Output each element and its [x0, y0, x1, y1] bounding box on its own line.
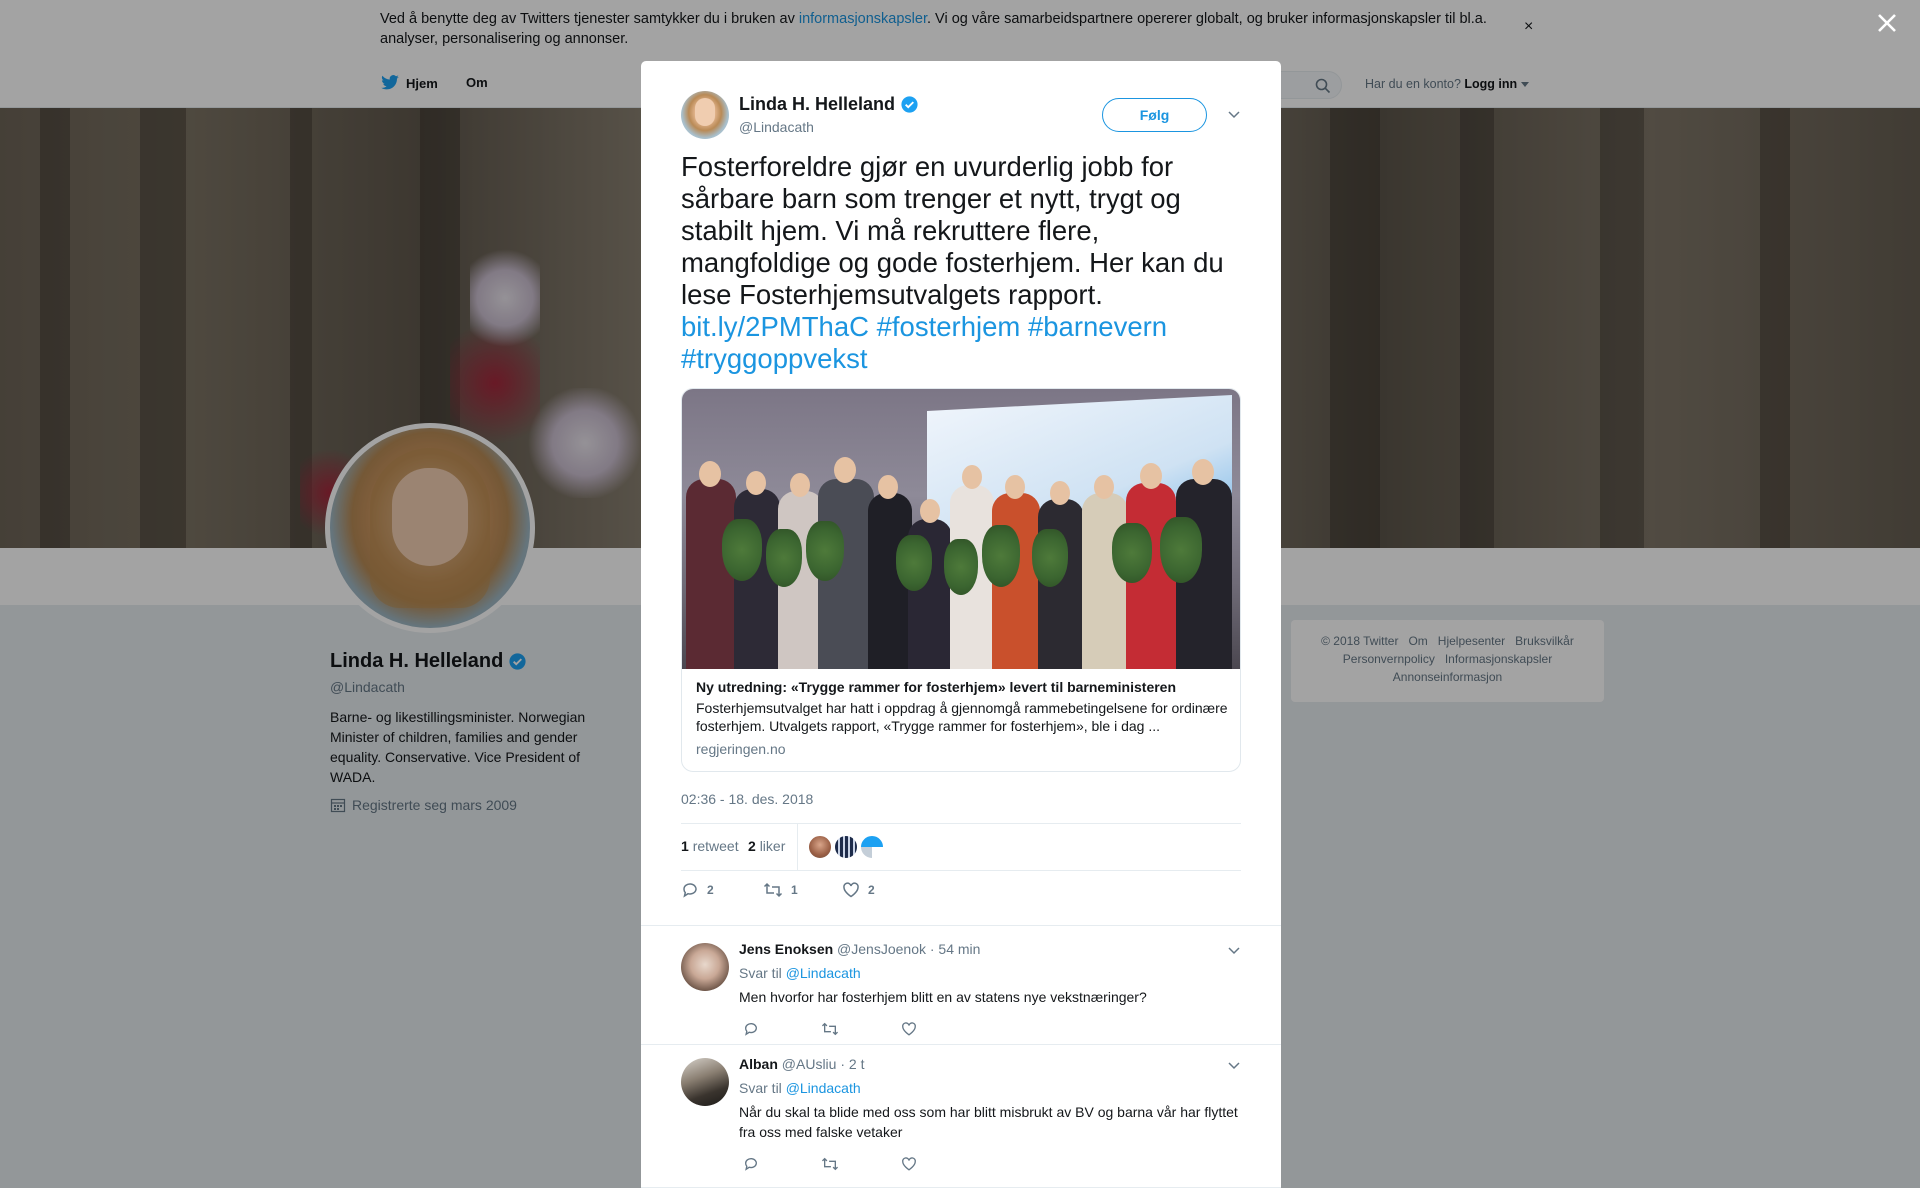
close-icon[interactable]: [1873, 9, 1901, 37]
card-domain: regjeringen.no: [696, 741, 786, 757]
tweet-author-handle[interactable]: @Lindacath: [739, 119, 814, 135]
liker-avatar[interactable]: [834, 835, 858, 859]
tweet-stats: 1 retweet 2 liker: [681, 823, 1241, 871]
card-image: [682, 389, 1240, 669]
reply-author-name[interactable]: Jens Enoksen: [739, 941, 833, 957]
chevron-down-icon[interactable]: [1227, 1058, 1241, 1072]
tweet-author-name-text: Linda H. Helleland: [739, 94, 896, 114]
tweet-author-name[interactable]: Linda H. Helleland: [739, 94, 918, 115]
tweet-link[interactable]: bit.ly/2PMThaC: [681, 311, 869, 342]
chevron-down-icon[interactable]: [1227, 943, 1241, 957]
chevron-down-icon[interactable]: [1227, 107, 1241, 121]
likes-label: liker: [759, 838, 786, 854]
liker-avatar[interactable]: [808, 835, 832, 859]
reply-author-handle[interactable]: @JensJoenok: [837, 941, 926, 957]
verified-badge-icon: [901, 96, 918, 113]
reply-header: Alban @AUsliu · 2 t: [739, 1056, 864, 1072]
retweet-count: 1: [791, 883, 798, 897]
reply-actions: [739, 1021, 939, 1041]
retweet-icon: [763, 882, 783, 898]
reply-to: Svar til @Lindacath: [739, 1080, 861, 1096]
like-count: 2: [868, 883, 875, 897]
retweets-count: 1: [681, 838, 689, 854]
hashtag-barnevern[interactable]: #barnevern: [1028, 311, 1167, 342]
reply-icon[interactable]: [743, 1156, 759, 1172]
heart-icon: [843, 882, 859, 898]
reply-to-handle[interactable]: @Lindacath: [786, 965, 861, 981]
retweets-stat[interactable]: 1 retweet: [681, 838, 739, 854]
reply-author-handle[interactable]: @AUsliu: [782, 1056, 837, 1072]
reply-action[interactable]: 2: [681, 881, 714, 899]
reply-time[interactable]: · 54 min: [930, 941, 981, 957]
reply-avatar[interactable]: [681, 1058, 729, 1106]
reply-avatar[interactable]: [681, 943, 729, 991]
reply-to: Svar til @Lindacath: [739, 965, 861, 981]
hashtag-tryggoppvekst[interactable]: #tryggoppvekst: [681, 343, 868, 374]
reply-time[interactable]: · 2 t: [840, 1056, 864, 1072]
liker-avatar[interactable]: [860, 835, 884, 859]
likes-count: 2: [748, 838, 756, 854]
reply-actions: [739, 1156, 939, 1176]
reply-icon[interactable]: [743, 1021, 759, 1037]
reply-to-label: Svar til: [739, 1080, 782, 1096]
retweet-action[interactable]: 1: [763, 881, 798, 899]
tweet-modal: Linda H. Helleland @Lindacath Følg Foste…: [641, 61, 1281, 1188]
follow-button[interactable]: Følg: [1102, 98, 1207, 132]
heart-icon[interactable]: [901, 1021, 917, 1037]
retweets-label: retweet: [692, 838, 739, 854]
tweet-actions: 2 1 2: [681, 881, 1241, 911]
like-action[interactable]: 2: [842, 881, 875, 899]
tweet-text: Fosterforeldre gjør en uvurderlig jobb f…: [681, 151, 1251, 375]
reply-to-label: Svar til: [739, 965, 782, 981]
likes-stat[interactable]: 2 liker: [748, 838, 785, 854]
tweet-timestamp[interactable]: 02:36 - 18. des. 2018: [681, 791, 813, 807]
heart-icon[interactable]: [901, 1156, 917, 1172]
hashtag-fosterhjem[interactable]: #fosterhjem: [877, 311, 1021, 342]
tweet-text-body: Fosterforeldre gjør en uvurderlig jobb f…: [681, 151, 1224, 310]
reply-text: Når du skal ta blide med oss som har bli…: [739, 1104, 1238, 1140]
reply-header: Jens Enoksen @JensJoenok · 54 min: [739, 941, 980, 957]
card-description: Fosterhjemsutvalget har hatt i oppdrag å…: [696, 700, 1228, 734]
reply-icon: [683, 883, 697, 898]
retweet-icon[interactable]: [821, 1021, 839, 1037]
reply-author-name[interactable]: Alban: [739, 1056, 778, 1072]
reply-count: 2: [707, 883, 714, 897]
retweet-icon[interactable]: [821, 1156, 839, 1172]
reply-text: Men hvorfor har fosterhjem blitt en av s…: [739, 989, 1147, 1005]
card-title: Ny utredning: «Trygge rammer for fosterh…: [696, 679, 1177, 695]
reply-tweet[interactable]: Jens Enoksen @JensJoenok · 54 min Svar t…: [641, 927, 1281, 1045]
reply-to-handle[interactable]: @Lindacath: [786, 1080, 861, 1096]
link-preview-card[interactable]: Ny utredning: «Trygge rammer for fosterh…: [681, 388, 1241, 772]
reply-tweet[interactable]: Alban @AUsliu · 2 t Svar til @Lindacath …: [641, 1046, 1281, 1188]
tweet-author-avatar[interactable]: [681, 91, 729, 139]
